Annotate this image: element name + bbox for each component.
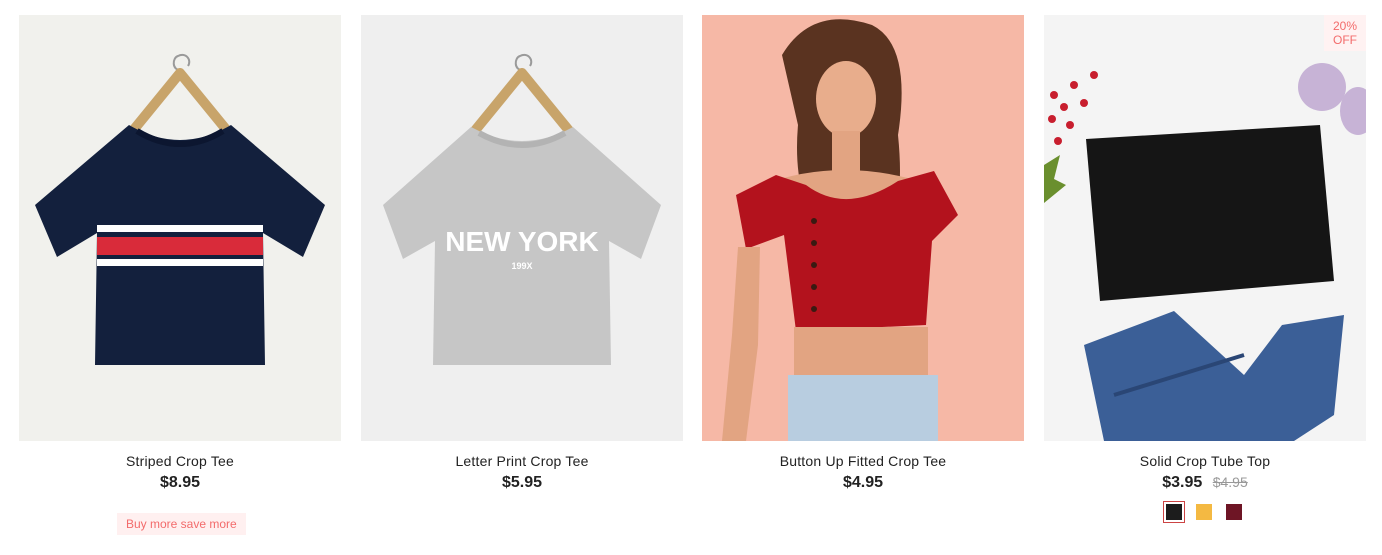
print-subtext: 199X [511, 261, 532, 271]
buy-more-promo-badge[interactable]: Buy more save more [117, 513, 246, 535]
product-price: $4.95 [842, 474, 884, 491]
product-card[interactable]: NEW YORK 199X Letter Print Crop Tee $5.9… [361, 15, 683, 545]
discount-badge: 20% OFF [1324, 15, 1366, 51]
product-image-striped-tee[interactable] [19, 15, 341, 441]
price-row: $4.95 [702, 474, 1024, 492]
letter-print-tee-illustration: NEW YORK 199X [361, 15, 683, 441]
product-price: $5.95 [501, 474, 543, 491]
product-card[interactable]: 20% OFF Solid Crop Tube Top $3.95 $4.95 [1044, 15, 1366, 545]
color-swatch-yellow[interactable] [1193, 501, 1215, 523]
product-name[interactable]: Striped Crop Tee [19, 453, 341, 469]
product-name[interactable]: Button Up Fitted Crop Tee [702, 453, 1024, 469]
tube-top-flatlay-illustration [1044, 15, 1366, 441]
product-price: $8.95 [159, 474, 201, 491]
price-row: $5.95 [361, 474, 683, 492]
product-name[interactable]: Solid Crop Tube Top [1044, 453, 1366, 469]
price-row: $3.95 $4.95 [1044, 474, 1366, 492]
striped-tee-illustration [19, 15, 341, 441]
discount-badge-percent: 20% [1332, 19, 1358, 33]
product-image-letter-print-tee[interactable]: NEW YORK 199X [361, 15, 683, 441]
color-swatch-burgundy[interactable] [1223, 501, 1245, 523]
product-name[interactable]: Letter Print Crop Tee [361, 453, 683, 469]
discount-badge-off: OFF [1333, 33, 1357, 47]
product-grid: Striped Crop Tee $8.95 Buy more save mor… [19, 15, 1366, 545]
sale-price: $3.95 [1162, 474, 1203, 491]
original-price: $4.95 [1212, 474, 1248, 490]
price-row: $8.95 [19, 474, 341, 492]
product-image-tube-top[interactable]: 20% OFF [1044, 15, 1366, 441]
product-image-button-up-tee[interactable] [702, 15, 1024, 441]
color-swatches [1163, 501, 1245, 523]
product-card[interactable]: Button Up Fitted Crop Tee $4.95 [702, 15, 1024, 545]
color-swatch-black[interactable] [1163, 501, 1185, 523]
model-photo-illustration [702, 15, 1024, 441]
product-card[interactable]: Striped Crop Tee $8.95 Buy more save mor… [19, 15, 341, 545]
print-text: NEW YORK [445, 226, 599, 257]
